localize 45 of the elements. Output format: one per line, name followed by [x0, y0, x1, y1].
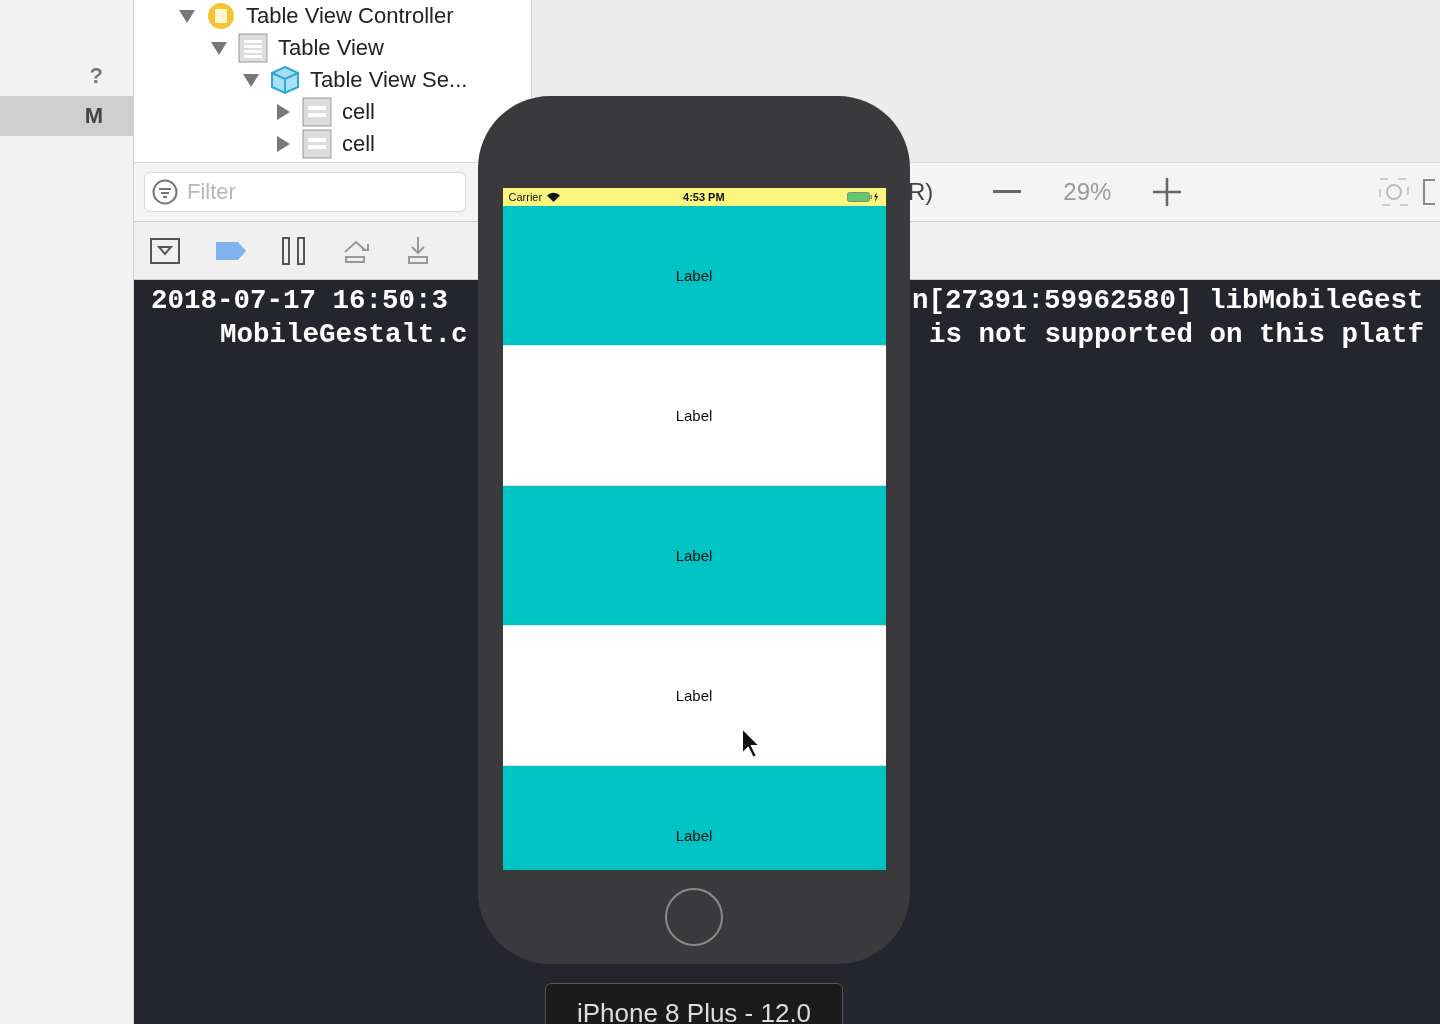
- sidebar-item[interactable]: M: [0, 96, 133, 136]
- hide-panel-icon[interactable]: [150, 237, 180, 264]
- disclosure-right-icon[interactable]: [274, 103, 292, 121]
- console-text: is not supported on this platf: [928, 318, 1426, 352]
- cell-icon: [302, 97, 332, 127]
- filter-icon: [152, 179, 178, 205]
- filter-field[interactable]: Filter: [144, 172, 466, 212]
- cube-icon: [270, 65, 300, 95]
- battery-icon: [847, 192, 880, 202]
- cell-label: Label: [675, 267, 713, 284]
- outline-item[interactable]: Table View Se...: [310, 67, 468, 93]
- table-icon: [238, 33, 268, 63]
- box-icon[interactable]: [1423, 179, 1436, 205]
- console-text: n[27391:59962580] libMobileGest: [912, 284, 1425, 318]
- console-text: MobileGestalt.c: [219, 318, 469, 352]
- cell-label: Label: [675, 827, 713, 844]
- step-into-icon[interactable]: [406, 236, 430, 265]
- clock-text: 4:53 PM: [683, 191, 725, 203]
- cell-label: Label: [675, 547, 713, 564]
- device-name: iPhone 8 Plus - 12.0: [545, 983, 843, 1024]
- cell-label: Label: [675, 407, 713, 424]
- outline-item[interactable]: cell: [342, 131, 375, 157]
- cell-label: Label: [675, 687, 713, 704]
- controller-icon: [206, 3, 236, 29]
- zoom-in-icon[interactable]: [1153, 178, 1182, 206]
- cell-icon: [302, 129, 332, 159]
- pause-icon[interactable]: [282, 236, 306, 265]
- table-row[interactable]: Label: [502, 766, 886, 870]
- disclosure-right-icon[interactable]: [274, 135, 292, 153]
- table-row[interactable]: Label: [502, 486, 886, 626]
- home-button[interactable]: [665, 888, 723, 946]
- wifi-icon: [547, 192, 561, 202]
- table-row[interactable]: Label: [502, 206, 886, 346]
- console-text: 2018-07-17 16:50:3: [150, 284, 450, 318]
- toolbar-text: R): [908, 178, 934, 206]
- outline-item[interactable]: Table View: [278, 35, 384, 61]
- sidebar-item[interactable]: ?: [0, 56, 133, 96]
- disclosure-down-icon[interactable]: [178, 7, 196, 25]
- carrier-text: Carrier: [508, 191, 543, 203]
- outline-item[interactable]: cell: [342, 99, 375, 125]
- zoom-level: 29%: [1063, 178, 1112, 206]
- outline-item[interactable]: Table View Controller: [246, 3, 454, 29]
- disclosure-down-icon[interactable]: [210, 39, 228, 57]
- disclosure-down-icon[interactable]: [242, 71, 260, 89]
- zoom-out-icon[interactable]: [993, 190, 1022, 194]
